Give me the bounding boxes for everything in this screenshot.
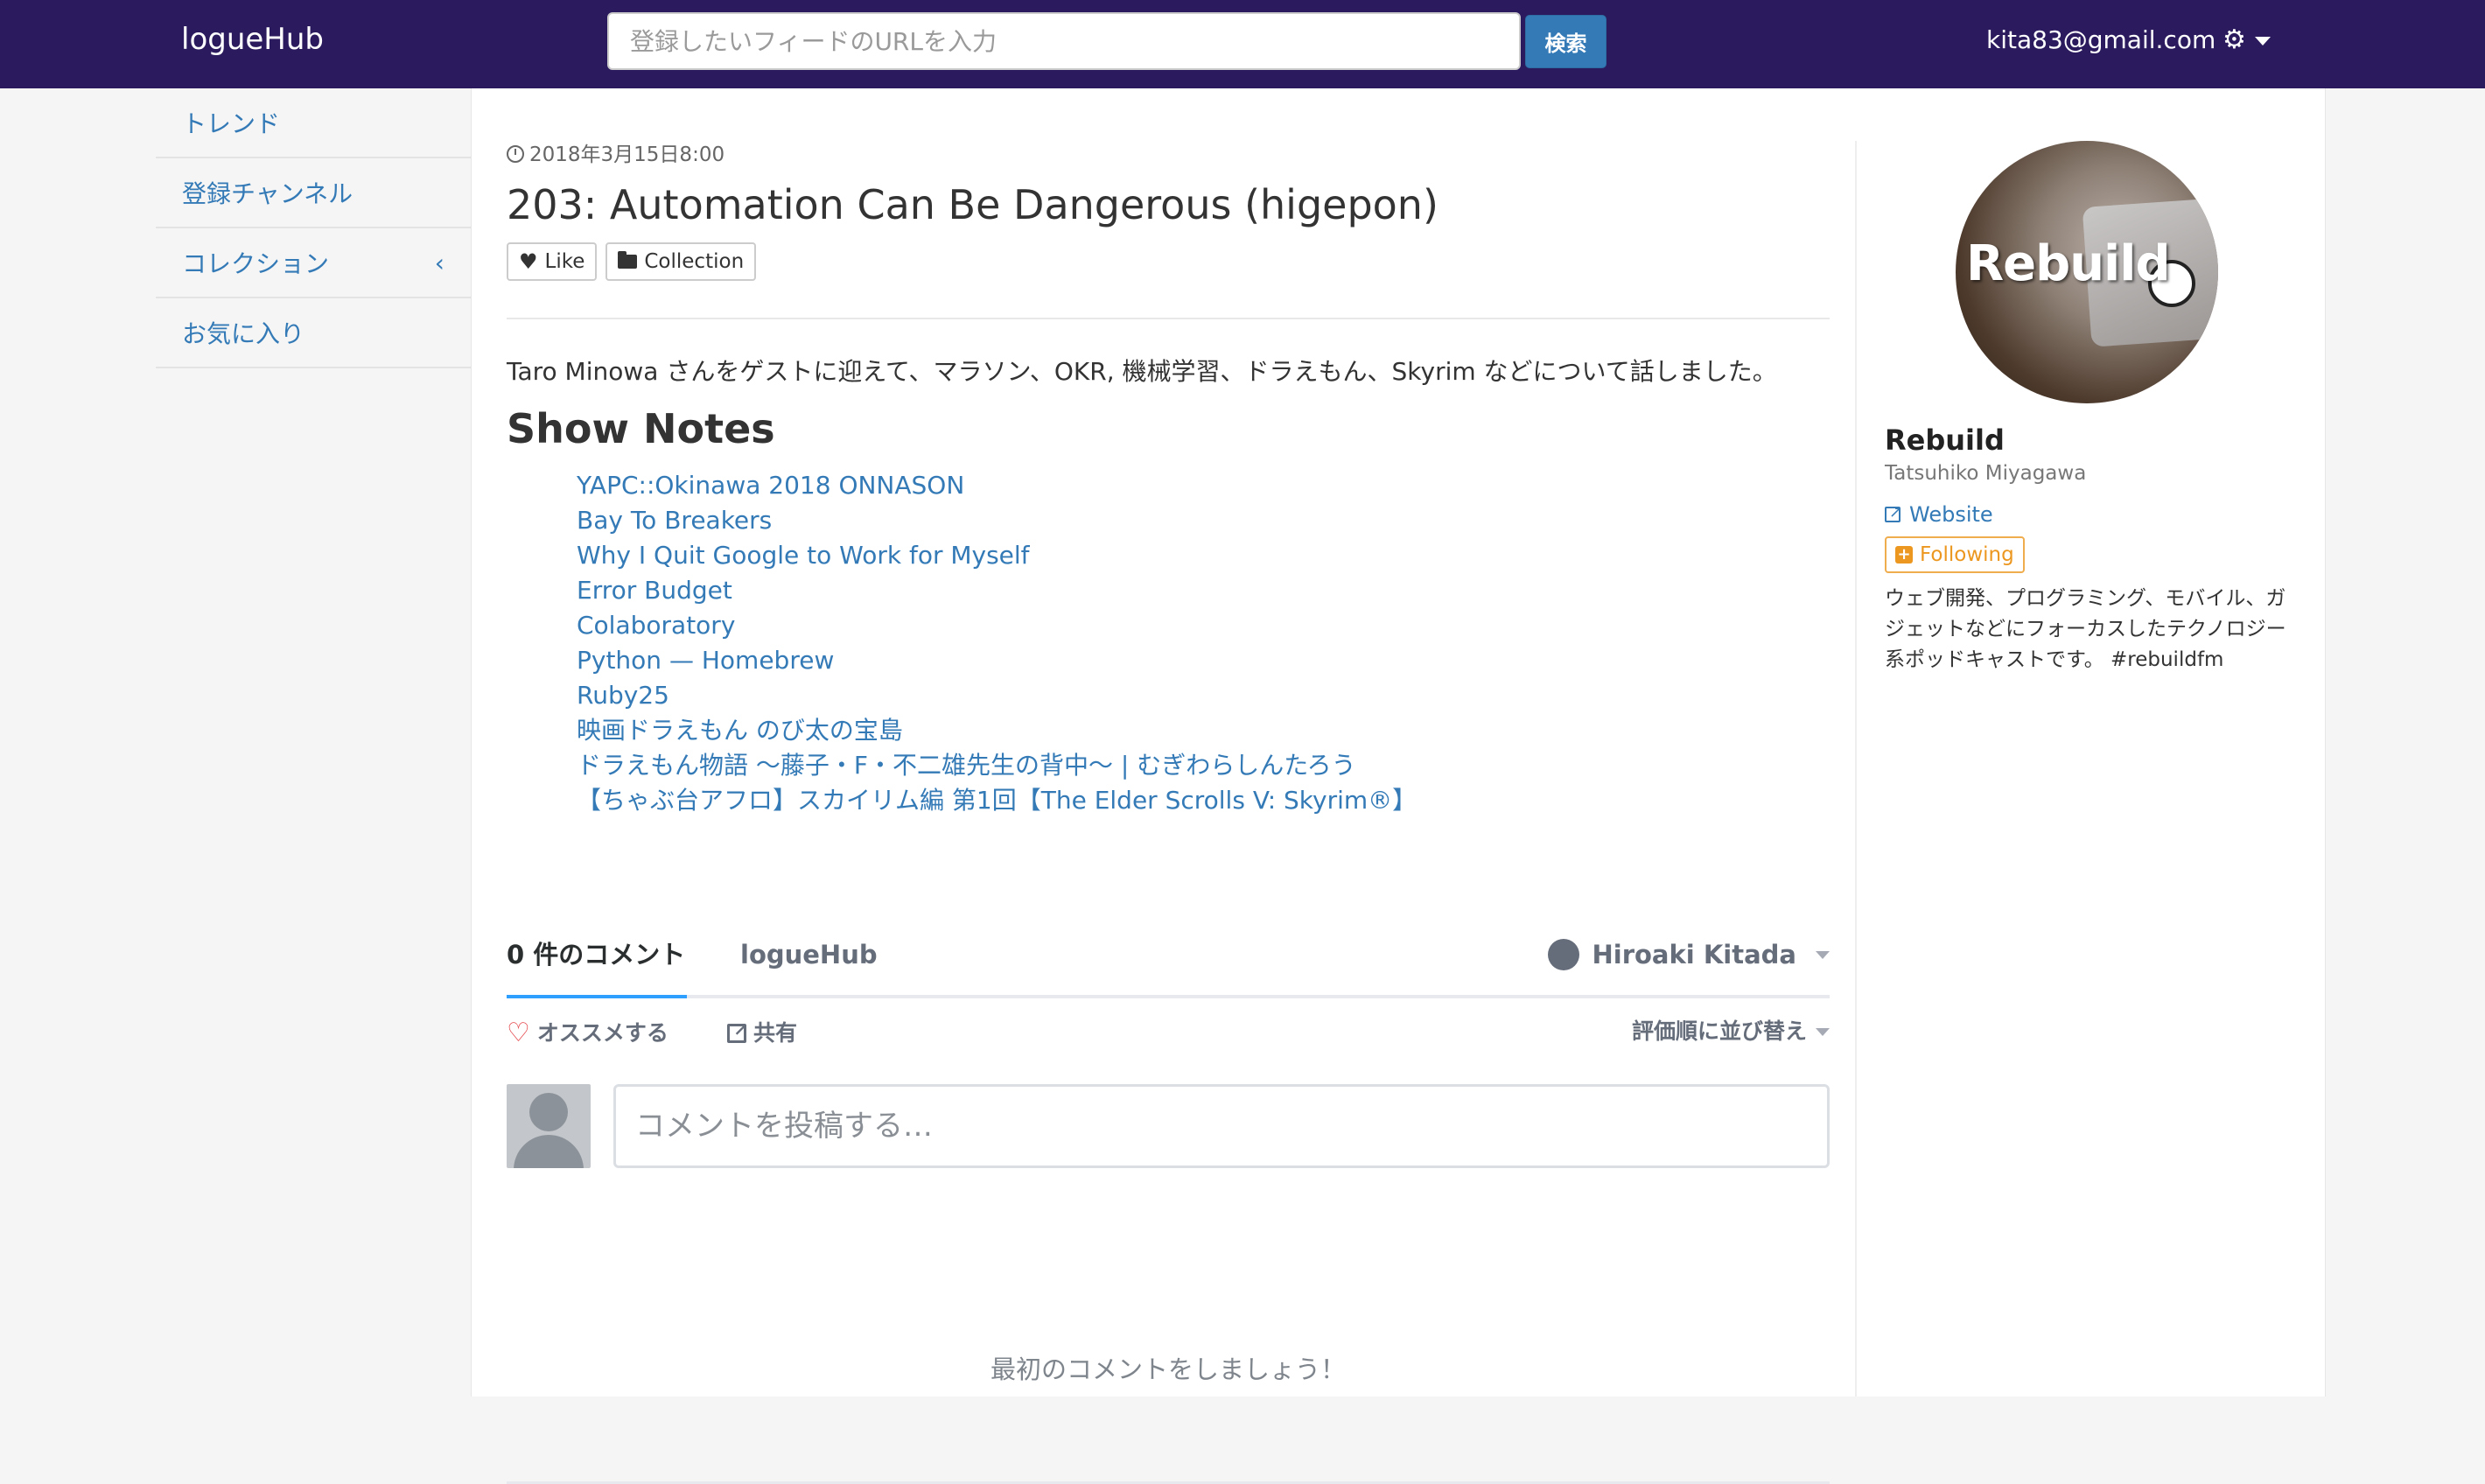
recommend-label: オススメする <box>536 1020 668 1046</box>
show-notes-heading: Show Notes <box>507 405 775 452</box>
episode-description: Taro Minowa さんをゲストに迎えて、マラソン、OKR, 機械学習、ドラ… <box>507 357 1777 386</box>
show-note-link[interactable]: Python — Homebrew <box>577 643 1417 678</box>
channel-name[interactable]: Rebuild <box>1885 421 2005 459</box>
brand-logo[interactable]: logueHub <box>181 19 324 60</box>
show-note-link[interactable]: YAPC::Okinawa 2018 ONNASON <box>577 468 1417 503</box>
recommend-button[interactable]: ♡ オススメする <box>507 1018 668 1049</box>
heart-outline-icon: ♡ <box>507 1018 530 1048</box>
episode-date: 2018年3月15日8:00 <box>507 141 724 169</box>
channel-author: Tatsuhiko Miyagawa <box>1885 462 2087 485</box>
show-notes-list: YAPC::Okinawa 2018 ONNASON Bay To Breake… <box>577 468 1417 818</box>
comment-composer <box>507 1084 1830 1172</box>
avatar-head <box>529 1093 568 1131</box>
comments-actions: ♡ オススメする 共有 評価順に並び替え <box>507 998 1830 1068</box>
sort-dropdown[interactable]: 評価順に並び替え <box>1632 1016 1830 1047</box>
caret-down-icon <box>1816 950 1830 959</box>
plus-square-icon: + <box>1895 546 1913 564</box>
chevron-left-icon: ‹ <box>434 248 444 277</box>
website-label: Website <box>1909 502 1993 527</box>
sidebar-item-trend[interactable]: トレンド <box>156 88 471 158</box>
sidebar-item-favorites[interactable]: お気に入り <box>156 298 471 368</box>
comment-input[interactable] <box>613 1084 1830 1168</box>
show-note-link[interactable]: Ruby25 <box>577 678 1417 713</box>
channel-website-link[interactable]: Website <box>1885 498 1993 529</box>
heart-icon: ♥ <box>519 249 538 274</box>
folder-icon <box>618 251 638 269</box>
sort-label: 評価順に並び替え <box>1631 1018 1807 1044</box>
show-note-link[interactable]: Colaboratory <box>577 608 1417 643</box>
sidebar-item-channels[interactable]: 登録チャンネル <box>156 158 471 228</box>
show-note-link[interactable]: 映画ドラえもん のび太の宝島 <box>577 713 1417 748</box>
avatar <box>507 1084 591 1168</box>
comments-section: 0 件のコメント logueHub Hiroaki Kitada ♡ オススメす… <box>507 928 1830 1484</box>
user-bubble-icon <box>1548 939 1580 970</box>
show-note-link[interactable]: Why I Quit Google to Work for Myself <box>577 538 1417 573</box>
settings-menu[interactable]: ⚙ <box>2222 23 2271 58</box>
user-email[interactable]: kita83@gmail.com <box>1986 23 2216 58</box>
episode-date-text: 2018年3月15日8:00 <box>529 144 725 166</box>
sidebar-item-label: トレンド <box>182 109 281 138</box>
no-comments-message: 最初のコメントをしましょう！ <box>990 1354 1346 1384</box>
sidebar-item-label: コレクション <box>182 249 330 278</box>
comment-user-menu[interactable]: Hiroaki Kitada <box>1548 937 1830 972</box>
feed-url-search-input[interactable] <box>607 12 1521 70</box>
share-button[interactable]: 共有 <box>727 1014 798 1049</box>
artwork-text: Rebuild <box>1966 235 2171 292</box>
collection-button[interactable]: Collection <box>606 242 757 281</box>
share-label: 共有 <box>753 1020 798 1046</box>
tab-comment-count[interactable]: 0 件のコメント <box>507 937 685 972</box>
tab-site[interactable]: logueHub <box>740 937 878 972</box>
caret-down-icon <box>1816 1027 1830 1036</box>
caret-down-icon <box>2254 36 2271 46</box>
sidebar-item-label: 登録チャンネル <box>182 179 354 208</box>
sidebar-item-collection[interactable]: コレクション ‹ <box>156 228 471 298</box>
channel-panel: Rebuild Rebuild Tatsuhiko Miyagawa Websi… <box>1855 141 2327 1396</box>
show-note-link[interactable]: Error Budget <box>577 573 1417 608</box>
comments-tabs: 0 件のコメント logueHub Hiroaki Kitada <box>507 928 1830 998</box>
following-button[interactable]: + Following <box>1885 536 2025 573</box>
external-link-icon <box>1885 498 1902 528</box>
episode-actions: ♥ Like Collection <box>507 242 757 281</box>
sidebar-item-label: お気に入り <box>182 319 305 348</box>
following-label: Following <box>1920 543 2014 566</box>
sidebar: トレンド 登録チャンネル コレクション ‹ お気に入り <box>156 88 471 368</box>
search-button[interactable]: 検索 <box>1525 15 1606 68</box>
share-icon <box>727 1014 748 1046</box>
clock-icon <box>507 145 524 163</box>
gear-icon: ⚙ <box>2222 24 2246 55</box>
show-note-link[interactable]: ドラえもん物語 〜藤子・F・不二雄先生の背中〜 | むぎわらしんたろう <box>577 748 1417 783</box>
comment-user-name: Hiroaki Kitada <box>1592 940 1796 970</box>
like-button[interactable]: ♥ Like <box>507 242 598 281</box>
like-label: Like <box>544 250 585 273</box>
divider <box>507 318 1830 319</box>
avatar-body <box>514 1135 584 1168</box>
episode-title: 203: Automation Can Be Dangerous (higepo… <box>507 181 1438 228</box>
main-panel: 2018年3月15日8:00 203: Automation Can Be Da… <box>471 88 2327 1484</box>
show-note-link[interactable]: 【ちゃぶ台アフロ】スカイリム編 第1回【The Elder Scrolls V:… <box>577 783 1417 818</box>
collection-label: Collection <box>644 250 745 273</box>
channel-description: ウェブ開発、プログラミング、モバイル、ガジェットなどにフォーカスしたテクノロジー… <box>1885 587 2286 671</box>
top-navbar: logueHub 検索 kita83@gmail.com ⚙ <box>0 0 2485 88</box>
channel-artwork[interactable]: Rebuild <box>1956 141 2218 403</box>
show-note-link[interactable]: Bay To Breakers <box>577 503 1417 538</box>
